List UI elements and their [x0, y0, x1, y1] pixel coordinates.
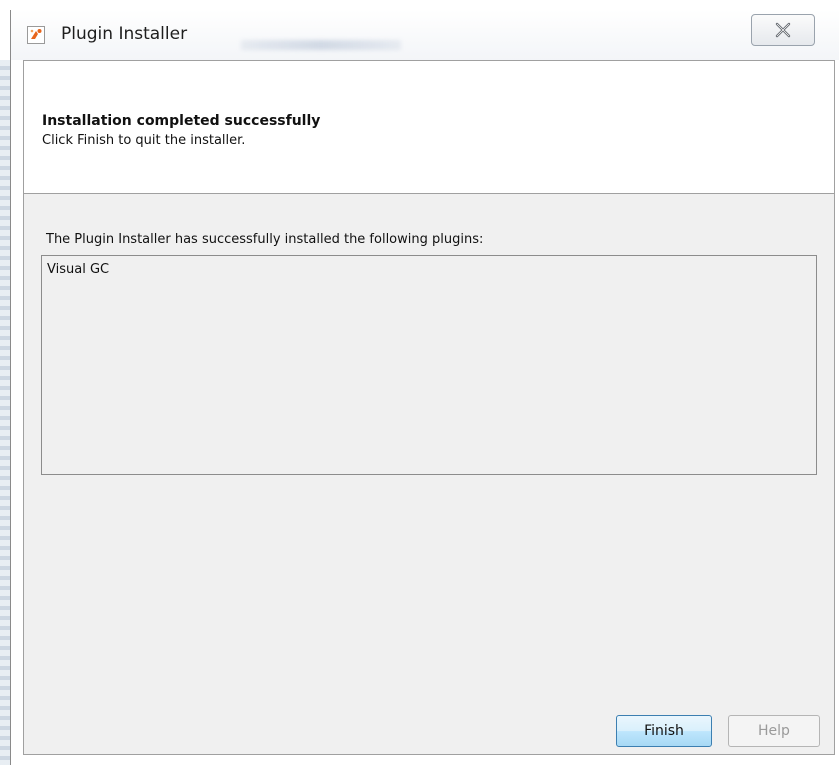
- plugin-app-icon: [30, 29, 42, 39]
- installed-plugins-message: The Plugin Installer has successfully in…: [46, 232, 484, 247]
- close-icon: [775, 22, 791, 38]
- header-panel: Installation completed successfully Clic…: [23, 60, 835, 194]
- help-button[interactable]: Help: [728, 715, 820, 747]
- list-item[interactable]: Visual GC: [47, 262, 109, 277]
- plugin-installer-dialog: Plugin Installer Installation completed …: [10, 10, 839, 765]
- background-window-ghost: [241, 40, 401, 50]
- dialog-bottom-border: [23, 754, 835, 755]
- app-icon: [27, 26, 45, 44]
- header-subtitle: Click Finish to quit the installer.: [42, 133, 246, 148]
- header-title: Installation completed successfully: [42, 113, 321, 129]
- installed-plugins-list[interactable]: Visual GC: [41, 255, 817, 475]
- title-bar[interactable]: Plugin Installer: [11, 10, 839, 60]
- screen: Plugin Installer Installation completed …: [0, 0, 839, 765]
- content-panel: The Plugin Installer has successfully in…: [23, 194, 835, 754]
- close-button[interactable]: [751, 14, 815, 46]
- finish-button[interactable]: Finish: [616, 715, 712, 747]
- window-title: Plugin Installer: [61, 24, 188, 44]
